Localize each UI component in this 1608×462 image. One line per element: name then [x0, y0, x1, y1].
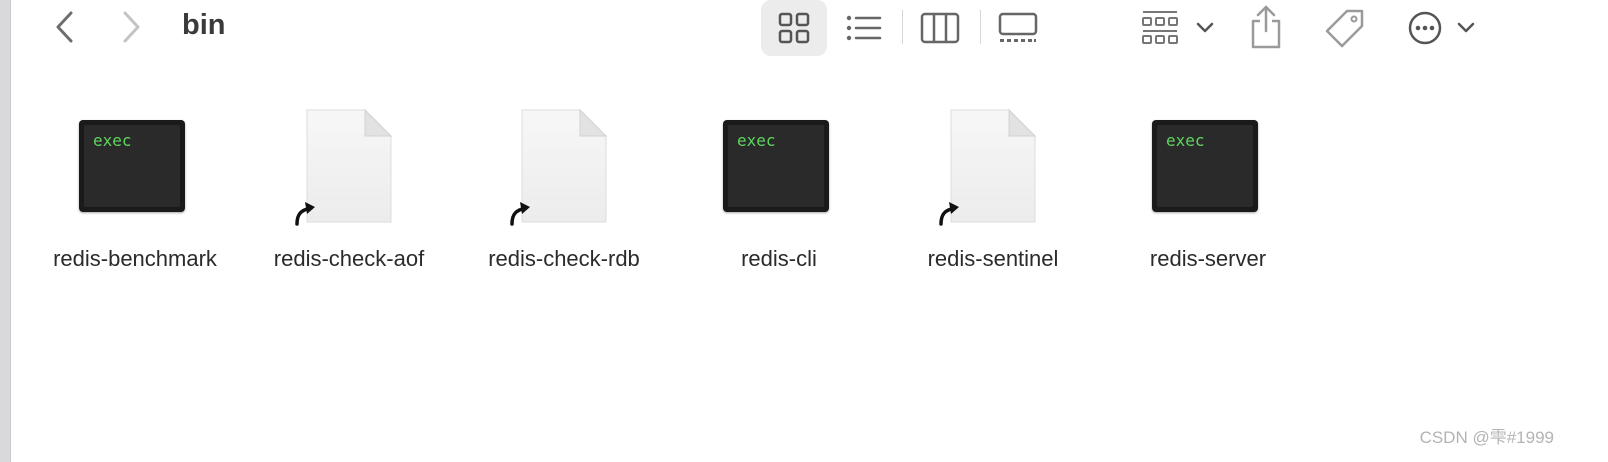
list-view-button[interactable] — [836, 8, 892, 48]
file-item[interactable]: redis-sentinel — [886, 100, 1100, 290]
exec-icon-label: exec — [1166, 131, 1205, 150]
toolbar-separator — [902, 10, 903, 44]
alias-file-icon — [933, 100, 1053, 230]
terminal-exec-icon: exec — [1152, 120, 1258, 212]
icons-view-icon — [778, 12, 810, 44]
chevron-down-icon — [1196, 22, 1214, 33]
file-name: redis-check-rdb — [488, 246, 640, 271]
tag-button[interactable] — [1322, 4, 1368, 52]
file-name: redis-benchmark — [53, 246, 217, 271]
ellipsis-circle-icon — [1408, 11, 1442, 45]
forward-button[interactable] — [114, 8, 148, 46]
group-button[interactable] — [1136, 6, 1220, 50]
exec-icon-label: exec — [737, 131, 776, 150]
toolbar-separator — [980, 10, 981, 44]
terminal-exec-icon: exec — [79, 120, 185, 212]
exec-file-icon: exec — [719, 100, 839, 230]
file-name: redis-check-aof — [273, 246, 425, 271]
file-item[interactable]: redis-check-aof — [242, 100, 456, 290]
finder-window: bin exec redis-benchmark redis-check-aof… — [0, 0, 1608, 462]
toolbar: bin — [10, 0, 1608, 56]
exec-file-icon: exec — [1148, 100, 1268, 230]
exec-icon-label: exec — [93, 131, 132, 150]
file-name: redis-sentinel — [927, 246, 1059, 271]
columns-view-button[interactable] — [912, 8, 968, 48]
group-grid-icon — [1142, 11, 1178, 44]
chevron-down-icon — [1457, 22, 1475, 33]
chevron-left-icon — [56, 11, 73, 43]
file-item[interactable]: redis-check-rdb — [457, 100, 671, 290]
gallery-view-icon — [998, 12, 1038, 42]
back-button[interactable] — [48, 8, 82, 46]
tag-icon — [1325, 9, 1364, 48]
terminal-exec-icon: exec — [723, 120, 829, 212]
sidebar-edge — [0, 0, 11, 462]
more-actions-button[interactable] — [1400, 6, 1484, 50]
columns-view-icon — [920, 12, 960, 44]
alias-file-icon — [289, 100, 409, 230]
file-name: redis-cli — [741, 246, 817, 271]
alias-arrow-icon — [295, 202, 315, 226]
file-item[interactable]: exec redis-benchmark — [28, 100, 242, 290]
folder-title: bin — [182, 9, 226, 41]
watermark: CSDN @雫#1999 — [1419, 428, 1554, 447]
gallery-view-button[interactable] — [990, 8, 1046, 48]
icons-view-button[interactable] — [761, 0, 827, 56]
list-view-icon — [846, 15, 882, 41]
file-item[interactable]: exec redis-cli — [672, 100, 886, 290]
chevron-right-icon — [123, 11, 140, 43]
share-button[interactable] — [1246, 2, 1286, 52]
file-name: redis-server — [1149, 246, 1267, 271]
exec-file-icon: exec — [75, 100, 195, 230]
alias-file-icon — [504, 100, 624, 230]
share-icon — [1251, 5, 1281, 49]
alias-arrow-icon — [510, 202, 530, 226]
alias-arrow-icon — [939, 202, 959, 226]
file-item[interactable]: exec redis-server — [1101, 100, 1315, 290]
